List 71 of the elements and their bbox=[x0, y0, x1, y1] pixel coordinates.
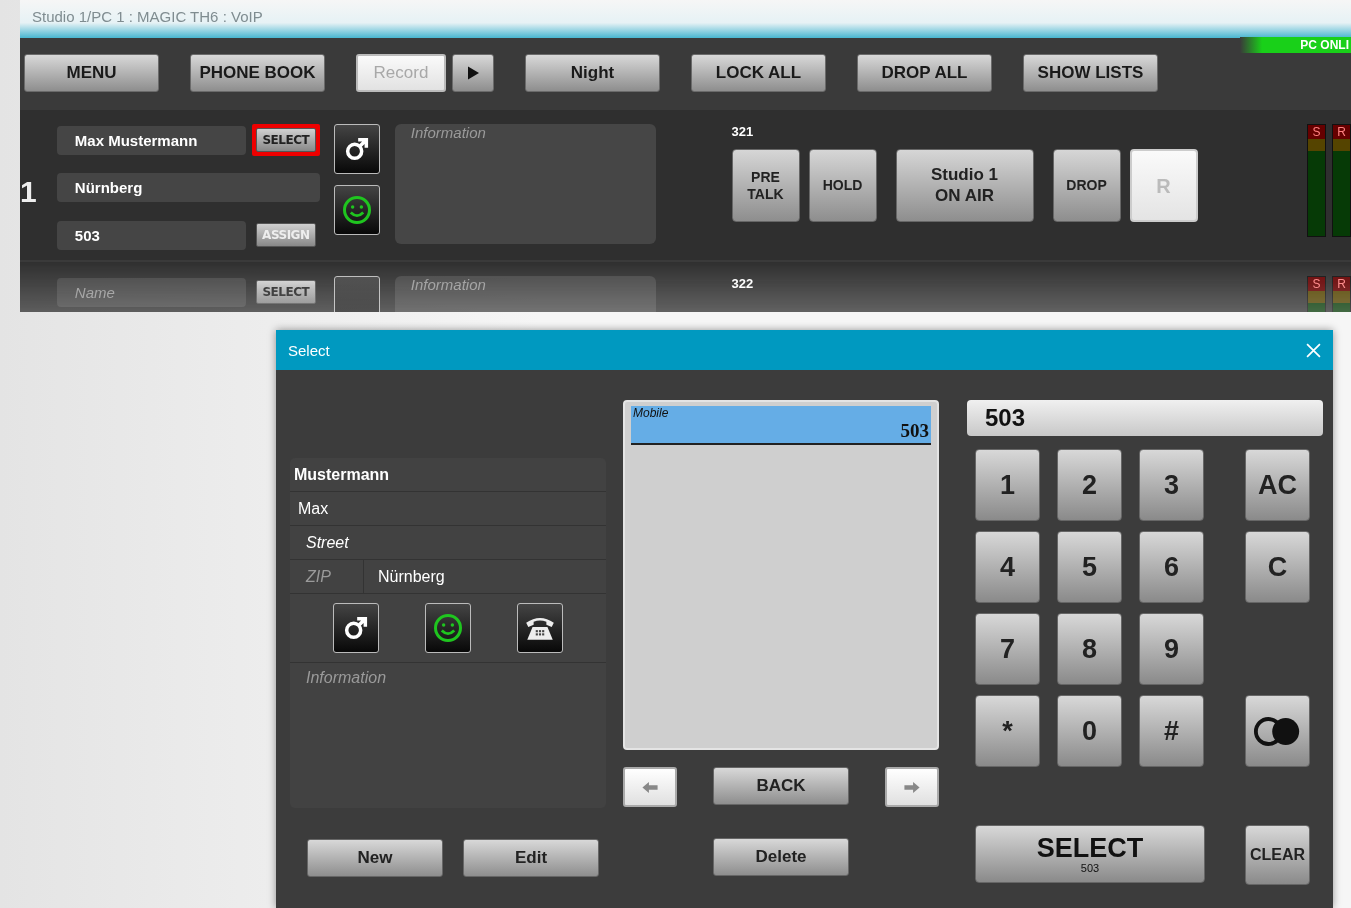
right-arrow-icon bbox=[903, 780, 921, 794]
male-symbol-icon bbox=[342, 614, 370, 642]
keypad-key[interactable]: 8 bbox=[1057, 613, 1122, 685]
toolbar-button[interactable]: SHOW LISTS bbox=[1023, 54, 1158, 92]
dialog-title: Select bbox=[288, 341, 330, 359]
mood-button[interactable] bbox=[333, 185, 380, 235]
keypad-key[interactable]: 6 bbox=[1139, 531, 1204, 603]
new-button[interactable]: New bbox=[307, 839, 443, 877]
keypad-key[interactable]: 2 bbox=[1057, 449, 1122, 521]
line-button[interactable]: DROP bbox=[1052, 149, 1121, 222]
smiley-icon bbox=[341, 195, 372, 225]
keypad-key[interactable]: 3 bbox=[1139, 449, 1204, 521]
street-field[interactable]: Street bbox=[290, 526, 606, 560]
level-meter: S bbox=[1307, 276, 1326, 312]
select-button[interactable]: SELECT bbox=[255, 280, 316, 304]
line-number: 1 bbox=[20, 175, 37, 209]
gender-button[interactable] bbox=[333, 603, 379, 653]
mood-button[interactable] bbox=[425, 603, 471, 653]
keypad-key[interactable]: 4 bbox=[975, 531, 1040, 603]
smiley-icon bbox=[433, 613, 463, 643]
toggle-key[interactable] bbox=[1245, 695, 1310, 767]
phone-button[interactable] bbox=[517, 603, 563, 653]
play-button[interactable] bbox=[452, 54, 494, 92]
keypad-key[interactable]: 7 bbox=[975, 613, 1040, 685]
city-field[interactable]: Nürnberg bbox=[56, 173, 320, 202]
select-number-button[interactable]: SELECT 503 bbox=[975, 825, 1205, 883]
city-field[interactable]: Nürnberg bbox=[364, 567, 445, 586]
number-type-label: Mobile bbox=[633, 406, 670, 420]
toolbar-button[interactable]: PHONE BOOK bbox=[190, 54, 325, 92]
keypad-key[interactable]: AC bbox=[1245, 449, 1310, 521]
keypad-key[interactable]: 9 bbox=[1139, 613, 1204, 685]
information-field[interactable]: Information bbox=[290, 663, 606, 693]
line-button[interactable]: HOLD bbox=[808, 149, 877, 222]
level-meter: R bbox=[1332, 124, 1351, 237]
clear-button[interactable]: CLEAR bbox=[1245, 825, 1310, 885]
toolbar-button[interactable]: LOCK ALL bbox=[691, 54, 826, 92]
keypad-key[interactable]: # bbox=[1139, 695, 1204, 767]
zip-field[interactable]: ZIP bbox=[290, 560, 364, 593]
status-indicator: PC ONLI bbox=[1240, 37, 1351, 53]
previous-button[interactable] bbox=[623, 767, 677, 807]
select-button[interactable]: SELECT bbox=[255, 128, 316, 152]
number-list-item[interactable]: Mobile 503 bbox=[631, 406, 931, 445]
next-button[interactable] bbox=[885, 767, 939, 807]
line-id: 322 bbox=[731, 276, 755, 291]
gender-button[interactable] bbox=[333, 124, 380, 174]
toolbar-button[interactable]: DROP ALL bbox=[857, 54, 992, 92]
left-arrow-icon bbox=[641, 780, 659, 794]
keypad-key[interactable]: 0 bbox=[1057, 695, 1122, 767]
play-icon bbox=[467, 65, 479, 81]
toolbar-button[interactable]: MENU bbox=[24, 54, 159, 92]
line-button[interactable]: PRE TALK bbox=[731, 149, 800, 222]
phone-field[interactable]: 503 bbox=[56, 220, 246, 250]
level-meter: R bbox=[1332, 276, 1351, 312]
line-id: 321 bbox=[731, 124, 755, 139]
keypad-key[interactable]: C bbox=[1245, 531, 1310, 603]
level-meter: S bbox=[1307, 124, 1326, 237]
last-name-field[interactable]: Mustermann bbox=[290, 458, 606, 492]
name-field[interactable]: Max Mustermann bbox=[56, 125, 246, 155]
window-title: Studio 1/PC 1 : MAGIC TH6 : VoIP bbox=[32, 8, 263, 25]
phone-number: 503 bbox=[900, 420, 929, 442]
edit-button[interactable]: Edit bbox=[463, 839, 599, 877]
first-name-field[interactable]: Max bbox=[290, 492, 606, 526]
delete-button[interactable]: Delete bbox=[713, 838, 849, 876]
keypad-key[interactable]: 5 bbox=[1057, 531, 1122, 603]
back-button[interactable]: BACK bbox=[713, 767, 849, 805]
keypad-key[interactable]: * bbox=[975, 695, 1040, 767]
line-button[interactable]: Studio 1 ON AIR bbox=[895, 149, 1034, 222]
close-icon[interactable] bbox=[1306, 342, 1321, 358]
number-display: 503 bbox=[967, 400, 1323, 436]
keypad-key[interactable]: 1 bbox=[975, 449, 1040, 521]
toolbar-button[interactable]: Night bbox=[525, 54, 660, 92]
